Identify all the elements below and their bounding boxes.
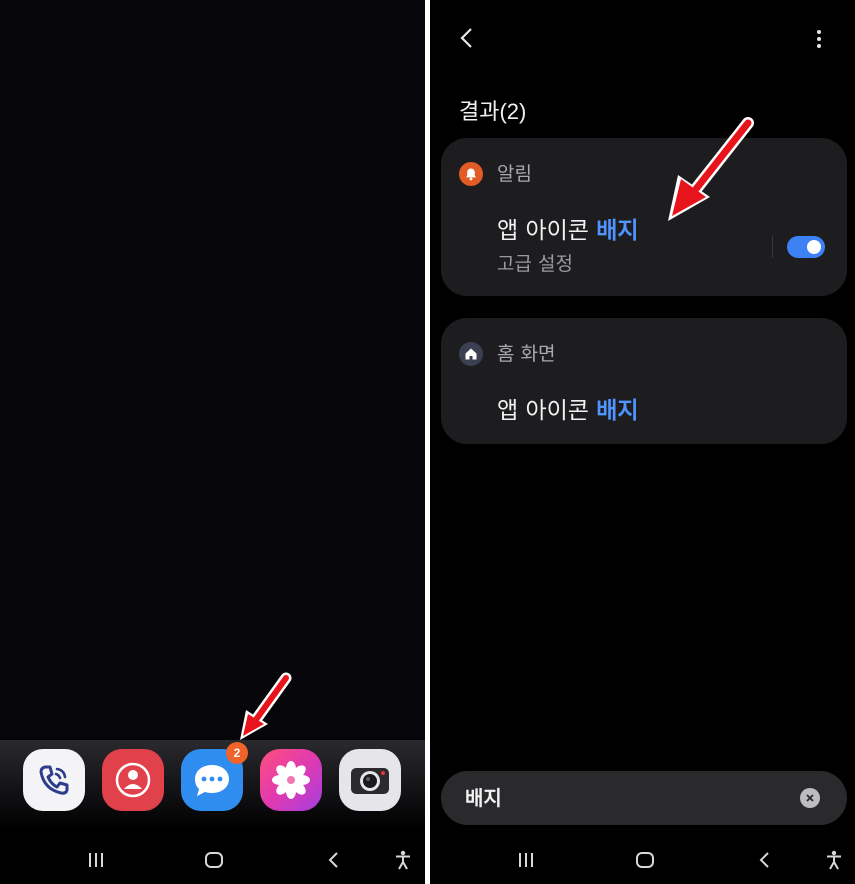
gallery-app-icon[interactable] xyxy=(260,749,322,811)
annotation-arrow xyxy=(668,117,754,221)
messages-badge: 2 xyxy=(226,742,248,764)
result-item-app-icon-badge[interactable]: 앱 아이콘 배지 xyxy=(497,216,639,246)
search-query-text: 배지 xyxy=(465,786,502,810)
back-button[interactable] xyxy=(454,24,482,52)
chevron-left-icon xyxy=(460,28,472,48)
recents-button[interactable] xyxy=(84,849,108,871)
settings-search-panel: 결과(2) 알림 앱 아이콘 배지 고급 설정 홈 화면 앱 아이콘 배지 배지 xyxy=(430,0,855,884)
annotation-arrow xyxy=(240,672,292,740)
accessibility-button[interactable] xyxy=(822,849,846,871)
phone-icon xyxy=(39,765,69,795)
recents-icon xyxy=(519,853,533,867)
accessibility-icon xyxy=(396,850,410,870)
result-title-highlight: 배지 xyxy=(596,398,639,424)
camera-icon xyxy=(351,768,389,794)
home-button[interactable] xyxy=(633,849,657,871)
home-icon xyxy=(205,852,223,868)
more-vertical-icon xyxy=(817,30,821,48)
accessibility-icon xyxy=(827,850,841,870)
app-dock xyxy=(0,745,425,820)
navigation-bar xyxy=(430,835,855,884)
category-icon-badge xyxy=(459,342,483,366)
camera-app-icon[interactable] xyxy=(339,749,401,811)
back-icon xyxy=(328,852,338,868)
result-card-notifications: 알림 앱 아이콘 배지 고급 설정 xyxy=(441,138,847,296)
flower-icon xyxy=(272,761,310,799)
home-screen-panel: 2 xyxy=(0,0,425,884)
more-options-button[interactable] xyxy=(810,26,828,52)
home-icon xyxy=(636,852,654,868)
category-icon-badge xyxy=(459,162,483,186)
category-label: 홈 화면 xyxy=(497,343,556,365)
recents-icon xyxy=(89,853,103,867)
navigation-bar xyxy=(0,835,425,884)
phone-app-icon[interactable] xyxy=(23,749,85,811)
home-button[interactable] xyxy=(202,849,226,871)
chat-bubble-icon xyxy=(195,765,229,796)
clear-search-button[interactable] xyxy=(800,788,820,808)
category-label: 알림 xyxy=(497,163,532,185)
house-icon xyxy=(465,348,477,360)
search-input[interactable]: 배지 xyxy=(441,771,847,825)
result-title-text: 앱 아이콘 xyxy=(497,398,597,424)
toggle-divider xyxy=(772,236,773,258)
result-title-highlight: 배지 xyxy=(596,218,639,244)
toggle-knob xyxy=(807,240,821,254)
bell-icon xyxy=(466,168,476,181)
result-title-text: 앱 아이콘 xyxy=(497,218,597,244)
close-icon xyxy=(806,794,814,802)
recents-button[interactable] xyxy=(514,849,538,871)
back-button[interactable] xyxy=(322,849,346,871)
wallpaper xyxy=(0,0,425,740)
results-title: 결과(2) xyxy=(459,99,527,124)
accessibility-button[interactable] xyxy=(391,849,415,871)
badge-toggle-switch[interactable] xyxy=(787,236,825,258)
result-item-app-icon-badge[interactable]: 앱 아이콘 배지 xyxy=(497,396,639,426)
result-subtitle: 고급 설정 xyxy=(497,253,573,275)
contacts-app-icon[interactable] xyxy=(102,749,164,811)
result-card-home-screen: 홈 화면 앱 아이콘 배지 xyxy=(441,318,847,444)
back-icon xyxy=(759,852,769,868)
person-icon xyxy=(115,762,151,798)
back-button[interactable] xyxy=(753,849,777,871)
